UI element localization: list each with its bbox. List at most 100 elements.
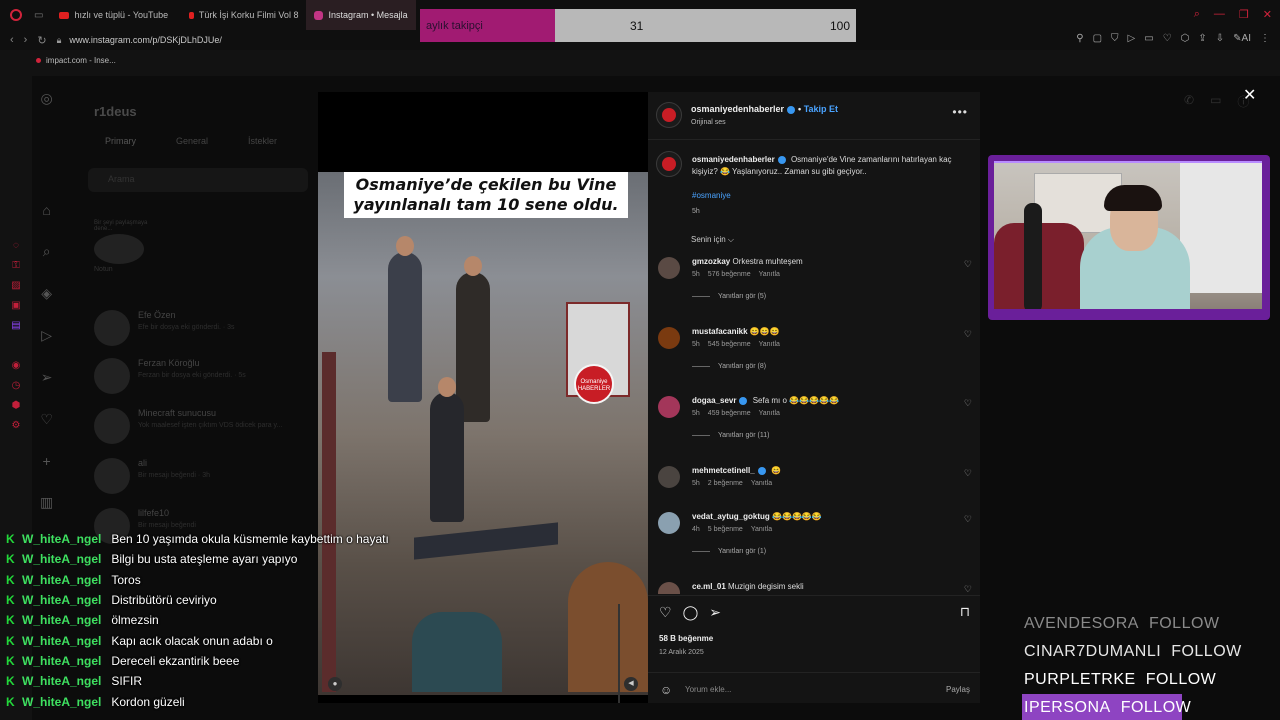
comment-like-icon[interactable]: ♡ — [964, 584, 972, 594]
comment-like-icon[interactable]: ♡ — [964, 514, 972, 525]
tab-youtube-2[interactable]: Türk İşi Korku Filmi Vol 8 — [181, 0, 306, 30]
play-icon[interactable]: ▷ — [1128, 33, 1136, 44]
tab-instagram[interactable]: Instagram • Mesajla — [306, 0, 417, 30]
menu-icon[interactable]: ⋮ — [1260, 33, 1270, 44]
comment-avatar[interactable] — [658, 512, 680, 534]
comment-user[interactable]: vedat_aytug_goktug — [692, 512, 770, 521]
comment-likes[interactable]: 545 beğenme — [708, 341, 751, 348]
reload-icon[interactable]: ↻ — [37, 34, 46, 47]
download-icon[interactable]: ⇩ — [1216, 33, 1224, 44]
caption-avatar[interactable] — [656, 151, 682, 177]
instagram-logo-icon[interactable]: ◎ — [41, 90, 53, 107]
comment-avatar[interactable] — [658, 327, 680, 349]
comment-like-icon[interactable]: ♡ — [964, 398, 972, 409]
note-item[interactable]: Bir şeyi paylaşmaya dene... Notun — [94, 220, 154, 273]
tab-general[interactable]: General — [176, 136, 208, 146]
comment-icon[interactable]: ◯ — [683, 604, 699, 621]
shield-icon[interactable]: ⛉ — [1111, 33, 1119, 44]
comment-avatar[interactable] — [658, 466, 680, 488]
comment-avatar[interactable] — [658, 582, 680, 594]
comment-user[interactable]: mehmetcetinell_ — [692, 466, 755, 475]
comment-user[interactable]: ce.ml_01 — [692, 582, 726, 591]
comment-user[interactable]: dogaa_sevr — [692, 396, 736, 405]
comment-sort-dropdown[interactable]: Senin için ⌵ — [691, 235, 734, 245]
heart-icon[interactable]: ♡ — [1163, 33, 1172, 44]
sidebar-messenger-icon[interactable]: ▨ — [11, 280, 20, 291]
comment-likes[interactable]: 5 beğenme — [708, 526, 743, 533]
tab-youtube-1[interactable]: hızlı ve tüplü - YouTube — [51, 0, 181, 30]
ai-icon[interactable]: ✎AI — [1233, 33, 1251, 44]
search-icon[interactable]: ⌕ — [43, 243, 51, 260]
view-replies-button[interactable]: Yanıtları gör (8) — [692, 363, 766, 370]
comment-input[interactable]: Yorum ekle... — [685, 685, 731, 694]
comment-user[interactable]: gmzozkay — [692, 257, 730, 266]
audio-label[interactable]: Orijinal ses — [691, 119, 726, 126]
dm-item[interactable]: Efe Özen Efe bir dosya eki gönderdi. · 3s — [94, 310, 235, 346]
view-replies-button[interactable]: Yanıtları gör (5) — [692, 293, 766, 300]
video-call-icon[interactable]: ▭ — [1210, 93, 1221, 110]
dm-search-input[interactable]: Arama — [88, 168, 308, 192]
dm-username[interactable]: r1deus — [94, 104, 137, 119]
tab-primary[interactable]: Primary — [105, 136, 136, 146]
like-count[interactable]: 58 B beğenme — [659, 634, 713, 643]
more-options-icon[interactable]: ••• — [952, 105, 968, 119]
sidebar-player-icon[interactable]: ◉ — [12, 360, 21, 371]
maximize-icon[interactable]: ❐ — [1239, 8, 1249, 21]
mute-icon[interactable]: ◀ — [624, 677, 638, 691]
opera-logo-icon[interactable] — [10, 9, 22, 21]
explore-icon[interactable]: ◈ — [41, 285, 52, 302]
messages-icon[interactable]: ➢ — [41, 369, 53, 386]
sidebar-mail-icon[interactable]: ▣ — [11, 300, 20, 311]
minimize-icon[interactable]: — — [1214, 8, 1225, 21]
sidebar-twitch-icon[interactable]: ▤ — [11, 320, 20, 331]
comment-likes[interactable]: 576 beğenme — [708, 271, 751, 278]
comment-avatar[interactable] — [658, 257, 680, 279]
media-scrollbar[interactable] — [618, 604, 620, 703]
reply-button[interactable]: Yanıtla — [759, 410, 780, 417]
extensions-icon[interactable]: ⬡ — [1181, 33, 1190, 44]
sidebar-cube-icon[interactable]: ⬢ — [12, 400, 21, 411]
reply-button[interactable]: Yanıtla — [751, 526, 772, 533]
sidebar-bag-icon[interactable]: ⚿ — [12, 260, 20, 271]
bookmark-icon[interactable]: ⊓ — [960, 604, 970, 620]
follow-button[interactable]: Takip Et — [804, 104, 838, 114]
home-icon[interactable]: ⌂ — [42, 202, 50, 218]
create-icon[interactable]: + — [43, 453, 51, 469]
upload-icon[interactable]: ⇪ — [1198, 33, 1206, 44]
dm-item[interactable]: ali Bir mesajı beğendi · 3h — [94, 458, 210, 494]
comment-likes[interactable]: 2 beğenme — [708, 480, 743, 487]
like-icon[interactable]: ♡ — [659, 604, 672, 621]
phone-icon[interactable]: ✆ — [1184, 93, 1194, 110]
pin-icon[interactable]: ⚲ — [1076, 33, 1083, 44]
comment-like-icon[interactable]: ♡ — [964, 259, 972, 270]
search-tabs-icon[interactable]: ⌕ — [1194, 8, 1200, 21]
comment-like-icon[interactable]: ♡ — [964, 329, 972, 340]
bookmark-item[interactable]: impact.com - Inse... — [36, 56, 116, 65]
comment-user[interactable]: mustafacanikk — [692, 327, 748, 336]
view-replies-button[interactable]: Yanıtları gör (11) — [692, 432, 770, 439]
dm-item[interactable]: Minecraft sunucusu Yok maalesef işten çık… — [94, 408, 282, 444]
caption-author[interactable]: osmaniyedenhaberler — [692, 155, 775, 164]
sidebar-home-icon[interactable]: ◌ — [13, 240, 19, 251]
tab-requests[interactable]: İstekler — [248, 136, 277, 146]
comment-avatar[interactable] — [658, 396, 680, 418]
close-modal-icon[interactable]: ✕ — [1243, 85, 1256, 105]
wallet-icon[interactable]: ▭ — [1144, 33, 1153, 44]
back-icon[interactable]: ‹ — [10, 34, 14, 46]
dashboard-icon[interactable]: ▥ — [40, 494, 53, 511]
snapshot-icon[interactable]: ▢ — [1093, 33, 1102, 44]
hashtag-link[interactable]: #osmaniye — [692, 191, 731, 200]
close-window-icon[interactable]: ✕ — [1263, 8, 1272, 21]
comment-likes[interactable]: 459 beğenme — [708, 410, 751, 417]
notifications-icon[interactable]: ♡ — [40, 411, 53, 428]
reels-icon[interactable]: ▷ — [41, 327, 52, 344]
sidebar-settings-icon[interactable]: ⚙ — [12, 420, 21, 431]
reply-button[interactable]: Yanıtla — [759, 271, 780, 278]
dm-item[interactable]: Ferzan Köroğlu Ferzan bir dosya eki gönde… — [94, 358, 246, 394]
reply-button[interactable]: Yanıtla — [759, 341, 780, 348]
view-replies-button[interactable]: Yanıtları gör (1) — [692, 548, 766, 555]
forward-icon[interactable]: › — [24, 34, 28, 46]
url-field[interactable]: www.instagram.com/p/DSKjDLhDJUe/ — [69, 35, 222, 45]
emoji-icon[interactable]: ☺ — [660, 683, 672, 697]
post-comment-button[interactable]: Paylaş — [946, 685, 970, 694]
